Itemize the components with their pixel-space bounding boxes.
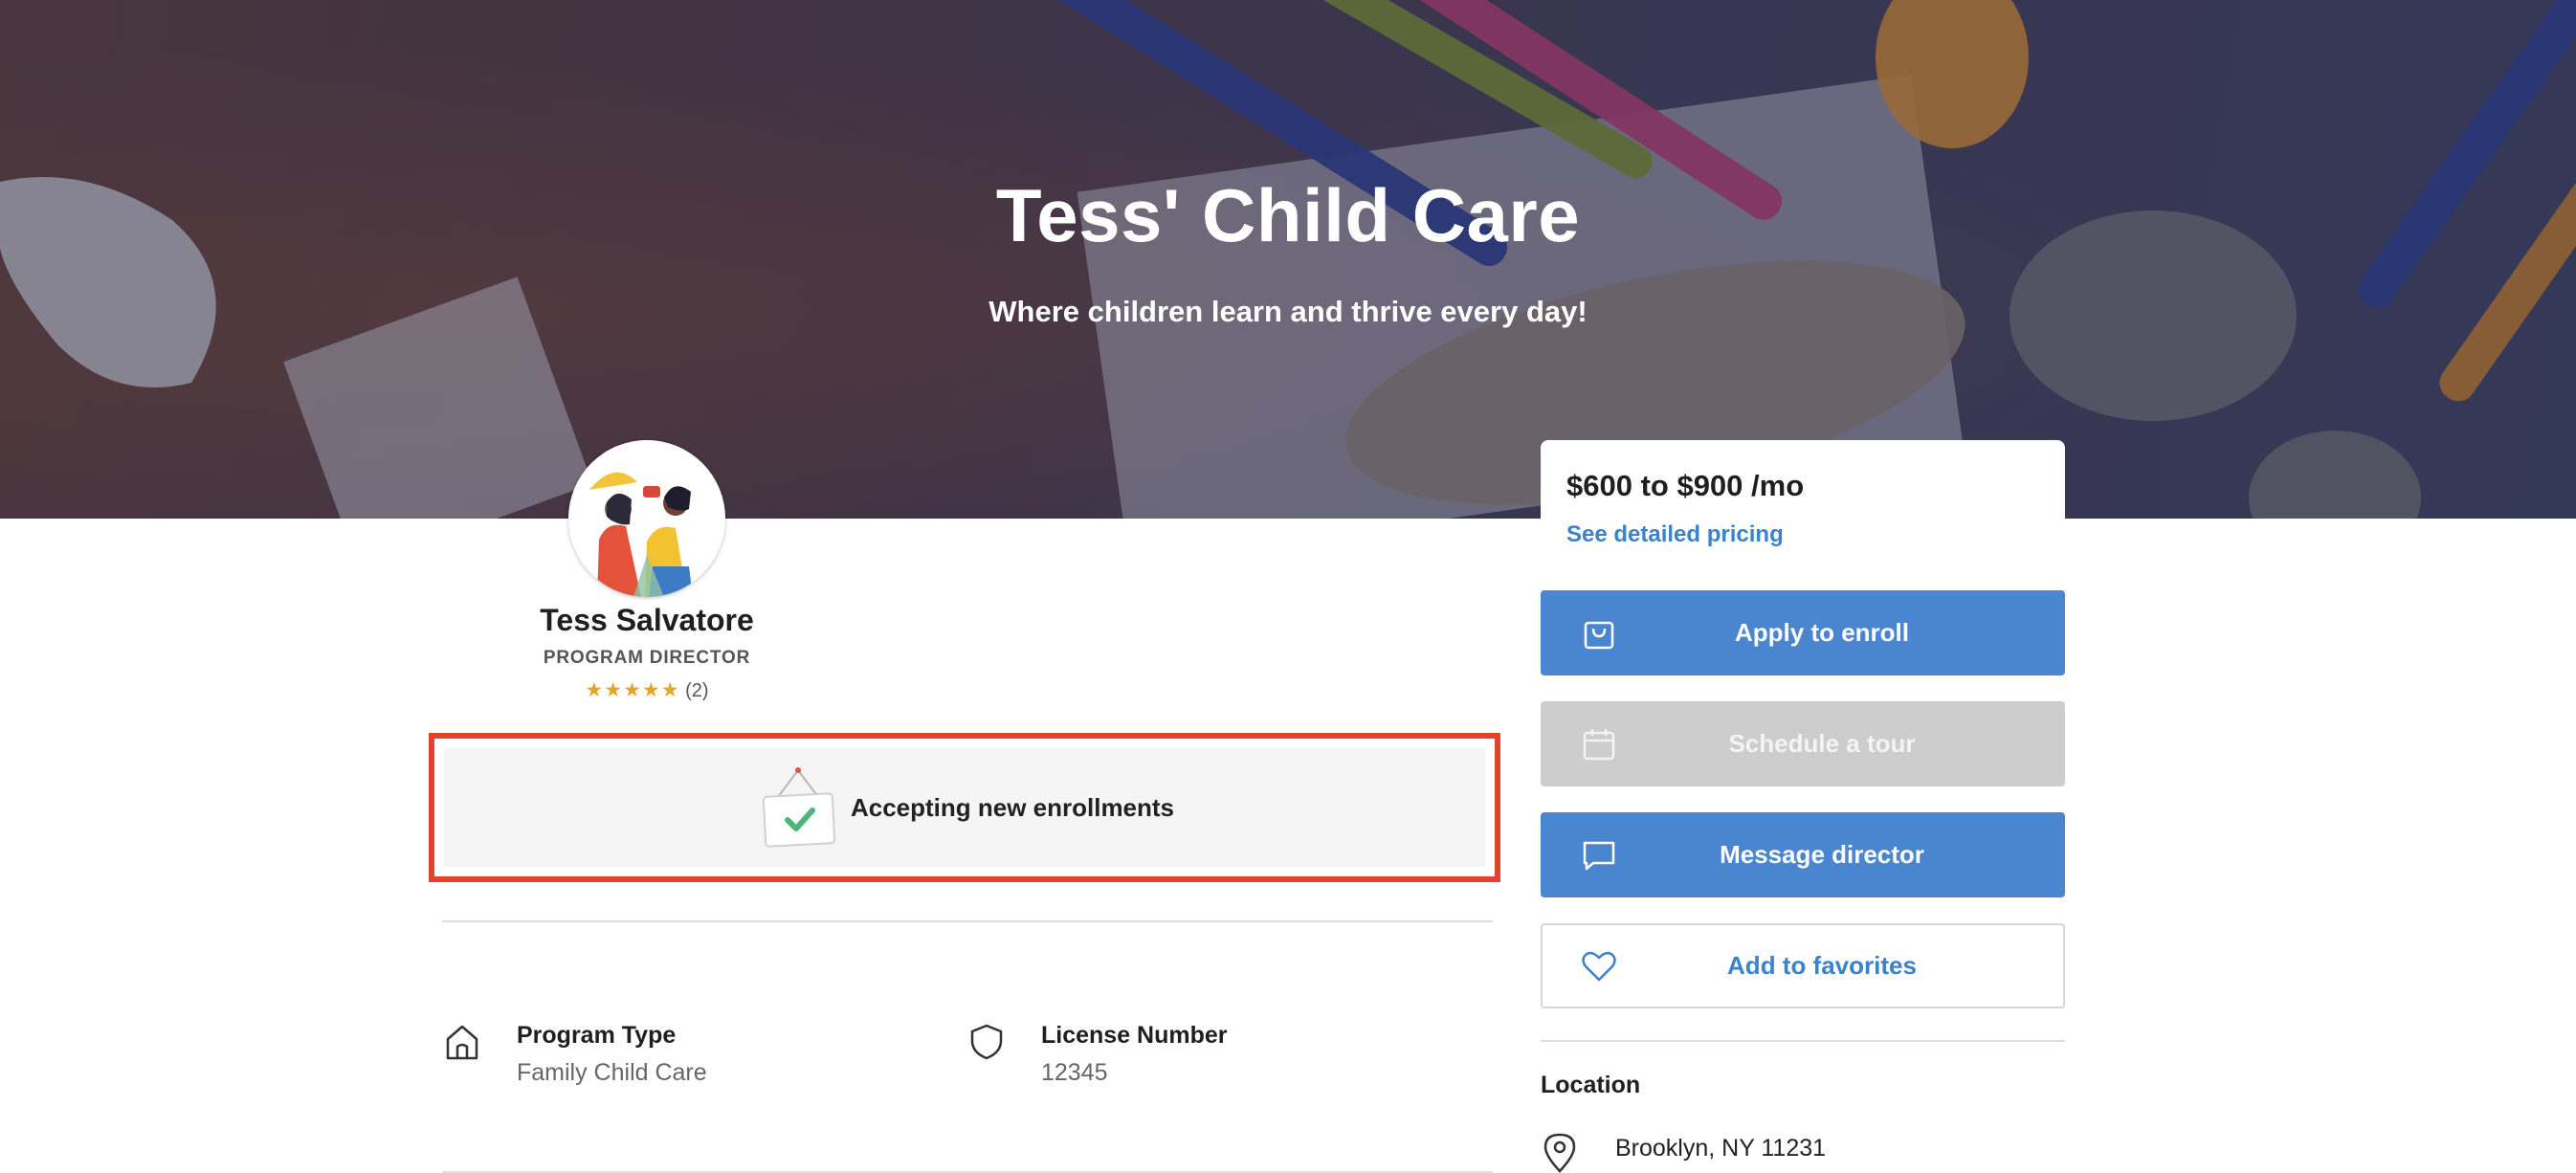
hero-overlay <box>0 0 2576 519</box>
rating: ★★★★★ (2) <box>440 678 854 702</box>
program-type-label: Program Type <box>517 1022 677 1049</box>
enrollment-status-text: Accepting new enrollments <box>850 792 1175 822</box>
price-range: $600 to $900 /mo <box>1566 469 1805 502</box>
home-icon <box>446 1025 478 1060</box>
message-director-label: Message director <box>1720 840 1924 869</box>
add-to-favorites-label: Add to favorites <box>1727 951 1917 980</box>
avatar-illustration <box>568 440 725 597</box>
director-role: PROGRAM DIRECTOR <box>543 648 751 668</box>
apply-to-enroll-label: Apply to enroll <box>1735 618 1909 647</box>
location-heading: Location <box>1541 1072 1641 1098</box>
detailed-pricing-link[interactable]: See detailed pricing <box>1566 521 1784 548</box>
review-count: (2) <box>685 680 709 701</box>
license-number-value: 12345 <box>1041 1059 1108 1086</box>
avatar <box>568 440 725 597</box>
page-subtitle: Where children learn and thrive every da… <box>988 295 1588 328</box>
map-pin-icon <box>1543 1133 1576 1173</box>
apply-to-enroll-button[interactable]: Apply to enroll <box>1541 590 2065 675</box>
director-name: Tess Salvatore <box>540 603 754 637</box>
hero-banner: Tess' Child Care Where children learn an… <box>0 0 2576 519</box>
schedule-tour-label: Schedule a tour <box>1728 729 1916 758</box>
page-title: Tess' Child Care <box>995 173 1581 257</box>
enrollment-status-panel: Accepting new enrollments <box>444 748 1485 867</box>
enrollment-status-banner: Accepting new enrollments <box>429 733 1500 882</box>
schedule-tour-button[interactable]: Schedule a tour <box>1541 701 2065 786</box>
license-number-label: License Number <box>1041 1022 1228 1049</box>
shield-icon <box>970 1024 1003 1060</box>
sidebar-divider <box>1541 1040 2065 1042</box>
add-to-favorites-button[interactable]: Add to favorites <box>1541 923 2065 1008</box>
message-director-button[interactable]: Message director <box>1541 812 2065 897</box>
program-type-value: Family Child Care <box>517 1059 707 1086</box>
rating-stars-icon: ★★★★★ <box>585 679 680 701</box>
location-address: Brooklyn, NY 11231 <box>1615 1135 1827 1162</box>
section-divider <box>442 920 1493 922</box>
hanging-sign-check-icon <box>762 767 836 848</box>
